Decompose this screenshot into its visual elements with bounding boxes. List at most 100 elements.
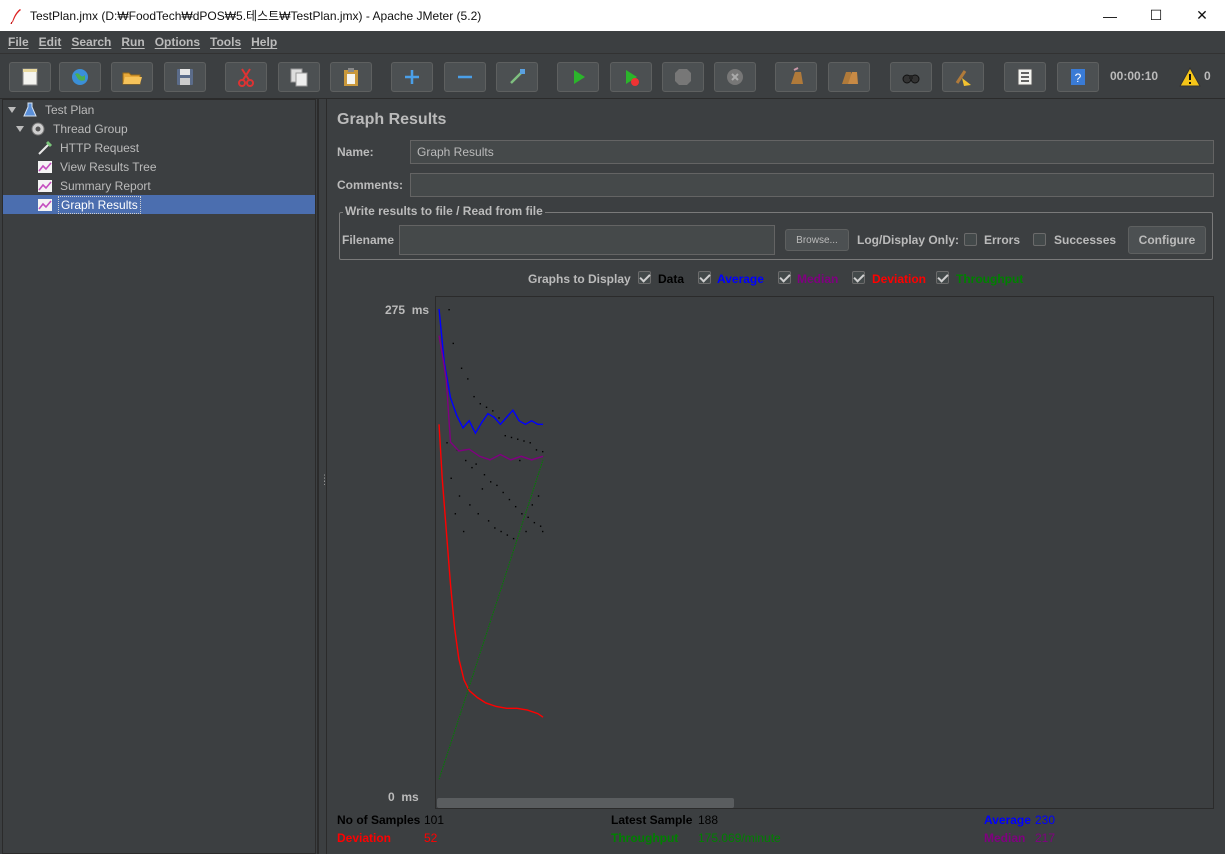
menu-tools[interactable]: Tools (205, 35, 246, 49)
templates-button[interactable] (59, 62, 101, 92)
average-graph-checkbox[interactable] (698, 271, 711, 284)
configure-button[interactable]: Configure (1128, 226, 1206, 254)
expanded-toggle-icon[interactable] (7, 105, 17, 115)
deviation-graph-checkbox[interactable] (852, 271, 865, 284)
shutdown-icon (727, 69, 743, 85)
menu-help[interactable]: Help (246, 35, 282, 49)
file-group-title: Write results to file / Read from file (343, 204, 545, 218)
warning-count: 0 (1204, 69, 1211, 83)
paste-button[interactable] (330, 62, 372, 92)
help-button[interactable]: ? (1057, 62, 1099, 92)
search-button[interactable] (890, 62, 932, 92)
y-max-unit: ms (411, 303, 430, 317)
cut-button[interactable] (225, 62, 267, 92)
data-point (465, 459, 467, 462)
name-field[interactable]: Graph Results (410, 140, 1214, 164)
successes-checkbox[interactable] (1033, 233, 1046, 246)
open-button[interactable] (111, 62, 153, 92)
http-sampler-icon (38, 140, 53, 155)
log-display-label: Log/Display Only: (857, 233, 960, 247)
start-no-pauses-button[interactable] (610, 62, 652, 92)
deviation-stat-label: Deviation (337, 831, 392, 845)
reset-search-button[interactable] (942, 62, 984, 92)
tree-item-http-request[interactable]: HTTP Request (37, 138, 141, 157)
tree-item-summary-report[interactable]: Summary Report (37, 176, 153, 195)
collapse-icon (458, 75, 472, 79)
tree-item-test-plan[interactable]: Test Plan (7, 100, 96, 119)
menu-run[interactable]: Run (116, 35, 149, 49)
menu-search[interactable]: Search (66, 35, 116, 49)
data-point (502, 491, 504, 494)
data-point (454, 513, 457, 515)
data-point (492, 410, 494, 412)
close-button[interactable]: ✕ (1179, 0, 1225, 31)
name-label: Name: (337, 145, 374, 159)
maximize-button[interactable]: ☐ (1133, 0, 1179, 31)
split-pane-divider[interactable]: ⋮ ⋮ (318, 99, 329, 854)
menu-edit[interactable]: Edit (34, 35, 67, 49)
function-helper-icon (1017, 68, 1033, 86)
data-point (490, 481, 492, 483)
new-button[interactable] (9, 62, 51, 92)
stop-icon (675, 69, 691, 85)
search-icon (902, 74, 920, 84)
data-point (485, 406, 488, 408)
clear-all-button[interactable] (828, 62, 870, 92)
tree-item-view-results-tree[interactable]: View Results Tree (37, 157, 159, 176)
save-button[interactable] (164, 62, 206, 92)
data-point (512, 537, 515, 540)
median-graph-checkbox[interactable] (778, 271, 791, 284)
deviation-graph-label: Deviation (872, 272, 927, 286)
throughput-stat-label: Throughput (611, 831, 679, 845)
average-stat-value: 230 (1035, 813, 1056, 827)
data-point (448, 309, 450, 311)
copy-button[interactable] (278, 62, 320, 92)
expand-all-button[interactable] (391, 62, 433, 92)
average-graph-label: Average (717, 272, 764, 286)
filename-input[interactable] (399, 225, 775, 255)
start-no-pauses-icon (626, 70, 639, 86)
shutdown-button[interactable] (714, 62, 756, 92)
clear-icon (791, 67, 803, 84)
data-point (479, 403, 481, 405)
browse-button[interactable]: Browse... (785, 229, 849, 251)
start-button[interactable] (557, 62, 599, 92)
tree-item-graph-results[interactable]: Graph Results (3, 195, 315, 214)
errors-checkbox[interactable] (964, 233, 977, 246)
collapse-all-button[interactable] (444, 62, 486, 92)
y-min-unit: ms (401, 790, 419, 804)
clear-button[interactable] (775, 62, 817, 92)
data-point (537, 495, 540, 497)
data-graph-checkbox[interactable] (638, 271, 651, 284)
window-title: TestPlan.jmx (D:₩FoodTech₩dPOS₩5.테스트₩Tes… (30, 9, 482, 23)
function-helper-button[interactable] (1004, 62, 1046, 92)
panel-title: Graph Results (337, 111, 447, 128)
menu-options[interactable]: Options (150, 35, 205, 49)
comments-field[interactable] (410, 173, 1214, 197)
minimize-button[interactable]: — (1087, 0, 1133, 31)
data-point (519, 459, 521, 462)
menu-file[interactable]: File (3, 35, 34, 49)
data-point (494, 527, 496, 529)
graph-results-chart (438, 308, 544, 780)
median-stat-label: Median (984, 831, 1026, 845)
throughput-graph-checkbox[interactable] (936, 271, 949, 284)
stop-button[interactable] (662, 62, 704, 92)
successes-label: Successes (1054, 233, 1117, 247)
clear-all-icon (842, 72, 858, 84)
data-point (467, 378, 469, 380)
new-icon (22, 68, 38, 86)
toggle-button[interactable] (496, 62, 538, 92)
tree-item-thread-group[interactable]: Thread Group (15, 119, 130, 138)
graph-horizontal-scrollbar[interactable] (437, 798, 734, 808)
data-point (525, 530, 527, 533)
warning-icon[interactable] (1179, 67, 1201, 87)
data-point (498, 417, 500, 419)
expanded-toggle-icon[interactable] (15, 124, 25, 134)
data-point (531, 504, 533, 506)
data-point (458, 495, 461, 497)
median-graph-label: Median (797, 272, 839, 286)
data-point (477, 513, 479, 515)
data-point (471, 466, 473, 469)
data-point (504, 434, 506, 437)
